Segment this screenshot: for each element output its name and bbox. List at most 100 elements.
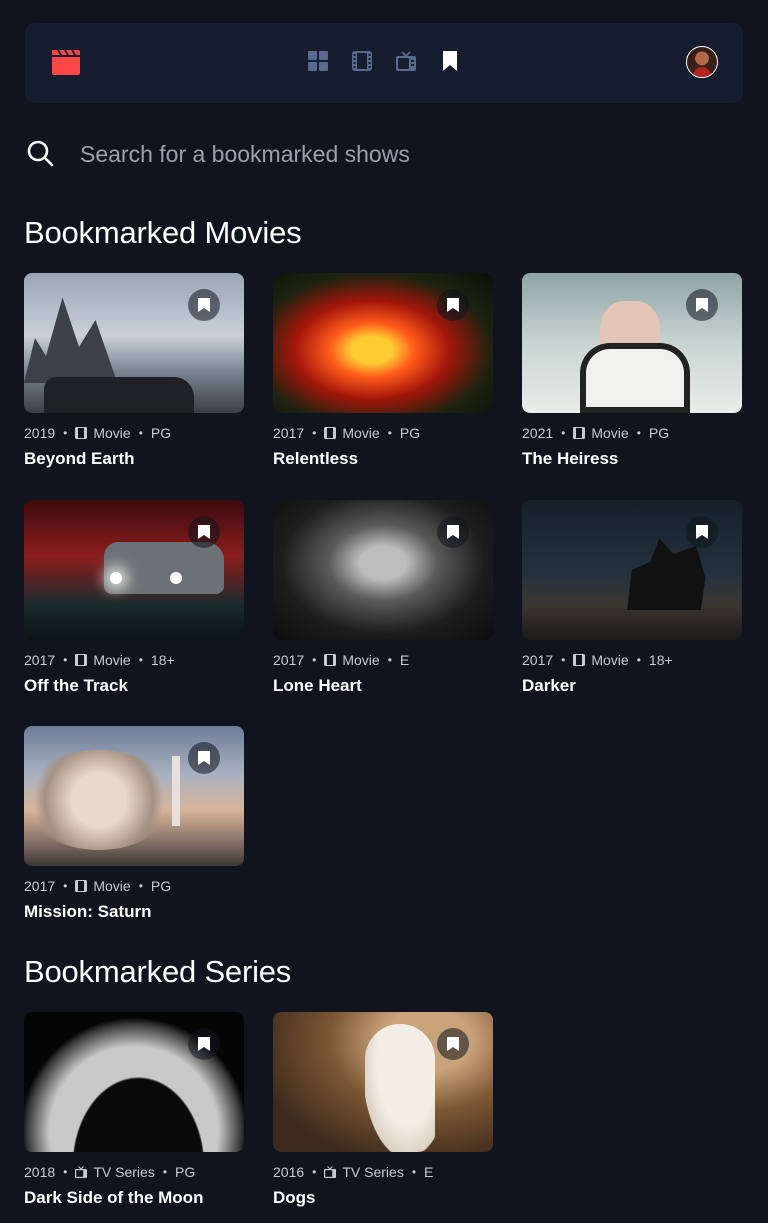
movie-thumbnail[interactable]	[522, 273, 742, 413]
bookmark-toggle[interactable]	[437, 516, 469, 548]
movie-title[interactable]: Off the Track	[24, 676, 244, 696]
movie-title[interactable]: Lone Heart	[273, 676, 493, 696]
film-icon	[75, 427, 88, 439]
bookmark-icon[interactable]	[440, 51, 460, 71]
movie-card[interactable]: 2017 • Movie • PG Relentless	[273, 273, 493, 469]
rating: PG	[150, 878, 172, 894]
year: 2017	[522, 652, 554, 668]
movie-meta: 2017 • Movie • E	[273, 652, 410, 668]
film-icon	[324, 427, 337, 439]
category: TV Series	[93, 1164, 155, 1180]
movies-film-icon[interactable]	[352, 51, 372, 71]
series-card[interactable]: 2018 • TV Series • PG Dark Side of the Moo…	[24, 1012, 244, 1208]
movie-meta: 2019 • Movie • PG	[24, 425, 172, 441]
year: 2017	[24, 878, 56, 894]
bookmark-toggle[interactable]	[188, 516, 220, 548]
bookmark-toggle[interactable]	[437, 289, 469, 321]
rating: PG	[648, 425, 670, 441]
clapperboard-icon[interactable]	[50, 49, 82, 75]
category: Movie	[93, 878, 131, 894]
movie-card[interactable]: 2017 • Movie • 18+ Darker	[522, 500, 742, 696]
year: 2016	[273, 1164, 305, 1180]
rating: PG	[175, 1164, 196, 1180]
rating: E	[424, 1164, 434, 1180]
movie-thumbnail[interactable]	[24, 273, 244, 413]
year: 2019	[24, 425, 56, 441]
year: 2017	[24, 652, 56, 668]
bookmark-icon	[696, 525, 708, 539]
movie-title[interactable]: Beyond Earth	[24, 449, 244, 469]
series-title[interactable]: Dark Side of the Moon	[24, 1188, 244, 1208]
bookmark-icon	[198, 751, 210, 765]
user-avatar[interactable]	[686, 46, 718, 78]
film-icon	[573, 427, 586, 439]
bookmark-toggle[interactable]	[437, 1028, 469, 1060]
series-meta: 2018 • TV Series • PG	[24, 1164, 196, 1180]
year: 2017	[273, 652, 305, 668]
bookmark-icon	[198, 298, 210, 312]
bookmark-icon	[198, 525, 210, 539]
bookmark-icon	[696, 298, 708, 312]
movie-card[interactable]: 2019 • Movie • PG Beyond Earth	[24, 273, 244, 469]
category: Movie	[591, 652, 629, 668]
bookmark-toggle[interactable]	[188, 742, 220, 774]
category: Movie	[93, 425, 131, 441]
year: 2017	[273, 425, 305, 441]
search-input[interactable]	[80, 136, 680, 172]
movie-card[interactable]: 2017 • Movie • E Lone Heart	[273, 500, 493, 696]
film-icon	[324, 654, 337, 666]
movie-thumbnail[interactable]	[273, 273, 493, 413]
bookmark-toggle[interactable]	[686, 289, 718, 321]
movie-card[interactable]: 2017 • Movie • 18+ Off the Track	[24, 500, 244, 696]
bookmark-toggle[interactable]	[188, 1028, 220, 1060]
movie-meta: 2017 • Movie • PG	[273, 425, 421, 441]
movie-meta: 2017 • Movie • 18+	[24, 652, 175, 668]
year: 2018	[24, 1164, 56, 1180]
movie-card[interactable]: 2021 • Movie • PG The Heiress	[522, 273, 742, 469]
top-navigation-bar	[25, 23, 743, 103]
movie-thumbnail[interactable]	[24, 726, 244, 866]
bookmark-toggle[interactable]	[188, 289, 220, 321]
bookmark-icon	[447, 1037, 459, 1051]
tv-icon	[75, 1166, 88, 1178]
film-icon	[573, 654, 586, 666]
series-card[interactable]: 2016 • TV Series • E Dogs	[273, 1012, 493, 1208]
movie-title[interactable]: Darker	[522, 676, 742, 696]
movie-title[interactable]: Mission: Saturn	[24, 902, 244, 922]
category: Movie	[591, 425, 629, 441]
bookmark-icon	[447, 525, 459, 539]
category: TV Series	[342, 1164, 404, 1180]
year: 2021	[522, 425, 554, 441]
movie-title[interactable]: Relentless	[273, 449, 493, 469]
movie-thumbnail[interactable]	[522, 500, 742, 640]
movie-title[interactable]: The Heiress	[522, 449, 742, 469]
movie-meta: 2017 • Movie • PG	[24, 878, 172, 894]
movie-thumbnail[interactable]	[24, 500, 244, 640]
search-icon	[27, 140, 54, 167]
category: Movie	[93, 652, 131, 668]
search-bar	[26, 136, 726, 172]
bookmark-icon	[447, 298, 459, 312]
rating: 18+	[648, 652, 673, 668]
rating: E	[399, 652, 410, 668]
bookmarked-series-heading: Bookmarked Series	[24, 954, 292, 989]
series-meta: 2016 • TV Series • E	[273, 1164, 434, 1180]
rating: PG	[150, 425, 172, 441]
movie-meta: 2021 • Movie • PG	[522, 425, 670, 441]
movie-thumbnail[interactable]	[273, 500, 493, 640]
movie-card[interactable]: 2017 • Movie • PG Mission: Saturn	[24, 726, 244, 922]
series-thumbnail[interactable]	[273, 1012, 493, 1152]
series-title[interactable]: Dogs	[273, 1188, 493, 1208]
movie-meta: 2017 • Movie • 18+	[522, 652, 673, 668]
nav-menu	[308, 51, 460, 71]
home-grid-icon[interactable]	[308, 51, 328, 71]
rating: 18+	[150, 652, 175, 668]
tv-series-icon[interactable]	[396, 51, 416, 71]
category: Movie	[342, 425, 380, 441]
category: Movie	[342, 652, 380, 668]
film-icon	[75, 654, 88, 666]
rating: PG	[399, 425, 421, 441]
series-thumbnail[interactable]	[24, 1012, 244, 1152]
bookmark-toggle[interactable]	[686, 516, 718, 548]
film-icon	[75, 880, 88, 892]
